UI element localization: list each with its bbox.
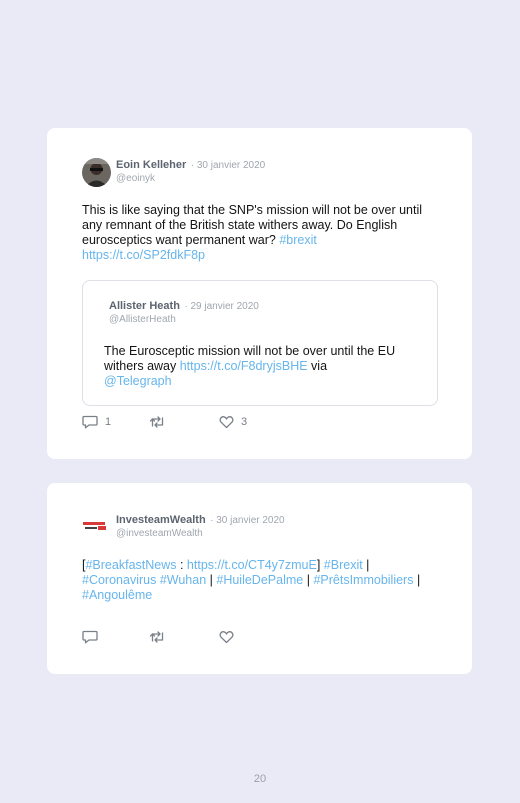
author-name[interactable]: Eoin Kelleher [116, 159, 186, 171]
tweet-text-plain: This is like saying that the SNP's missi… [82, 203, 423, 247]
reply-button[interactable]: 1 [82, 415, 149, 429]
heart-icon [219, 416, 234, 429]
avatar[interactable] [82, 158, 111, 187]
avatar[interactable] [82, 513, 111, 542]
reply-button[interactable] [82, 630, 149, 644]
mention-link[interactable]: @Telegraph [104, 374, 172, 388]
hashtag-link[interactable]: #Wuhan [160, 573, 206, 587]
tweet-card: Eoin Kelleher · 30 janvier 2020 @eoinyk … [47, 128, 472, 459]
tweet-actions [82, 630, 234, 644]
retweet-icon [149, 631, 164, 643]
tweet-header: InvesteamWealth · 30 janvier 2020 @inves… [82, 512, 285, 542]
hashtag-link[interactable]: #brexit [279, 233, 317, 247]
reply-count: 1 [105, 416, 112, 428]
tweet-url-link[interactable]: https://t.co/CT4y7zmuE [187, 558, 317, 572]
text-fragment: | [303, 573, 314, 587]
quoted-via-text: via [307, 359, 328, 373]
quoted-author-handle[interactable]: @AllisterHeath [109, 313, 259, 326]
quoted-tweet-header: Allister Heath · 29 janvier 2020 @Allist… [109, 298, 259, 326]
retweet-icon [149, 416, 164, 428]
tweet-url-link[interactable]: https://t.co/SP2fdkF8p [82, 248, 205, 262]
heart-icon [219, 631, 234, 644]
tweet-text: This is like saying that the SNP's missi… [82, 203, 432, 263]
text-fragment: ] [316, 558, 324, 572]
text-fragment: | [362, 558, 370, 572]
hashtag-link[interactable]: #PrêtsImmobiliers [313, 573, 413, 587]
quoted-author-name[interactable]: Allister Heath [109, 300, 180, 312]
hashtag-link[interactable]: #HuileDePalme [216, 573, 303, 587]
text-fragment: | [206, 573, 217, 587]
like-count: 3 [241, 416, 248, 428]
reply-icon [82, 415, 98, 429]
retweet-button[interactable] [149, 415, 219, 429]
like-button[interactable] [219, 630, 234, 644]
like-button[interactable]: 3 [219, 415, 247, 429]
hashtag-link[interactable]: #BreakfastNews [85, 558, 176, 572]
author-handle[interactable]: @eoinyk [116, 172, 265, 185]
tweet-date: · 30 janvier 2020 [210, 515, 285, 526]
author-handle[interactable]: @investeamWealth [116, 527, 285, 540]
page-number: 20 [253, 773, 267, 785]
reply-icon [82, 630, 98, 644]
tweet-text: [#BreakfastNews : https://t.co/CT4y7zmuE… [82, 558, 442, 603]
tweet-card: InvesteamWealth · 30 janvier 2020 @inves… [47, 483, 472, 674]
text-fragment: | [413, 573, 421, 587]
hashtag-link[interactable]: #Angoulême [82, 588, 152, 602]
tweet-header: Eoin Kelleher · 30 janvier 2020 @eoinyk [82, 157, 265, 187]
hashtag-link[interactable]: #Brexit [324, 558, 363, 572]
tweet-actions: 1 3 [82, 415, 247, 429]
quoted-tweet[interactable]: Allister Heath · 29 janvier 2020 @Allist… [82, 280, 438, 406]
author-name[interactable]: InvesteamWealth [116, 514, 206, 526]
retweet-button[interactable] [149, 630, 219, 644]
quoted-tweet-text: The Eurosceptic mission will not be over… [104, 344, 424, 389]
text-fragment: : [176, 558, 187, 572]
quoted-url-link[interactable]: https://t.co/F8dryjsBHE [180, 359, 308, 373]
hashtag-link[interactable]: #Coronavirus [82, 573, 156, 587]
tweet-date: · 30 janvier 2020 [190, 160, 266, 171]
quoted-tweet-date: · 29 janvier 2020 [184, 301, 259, 312]
